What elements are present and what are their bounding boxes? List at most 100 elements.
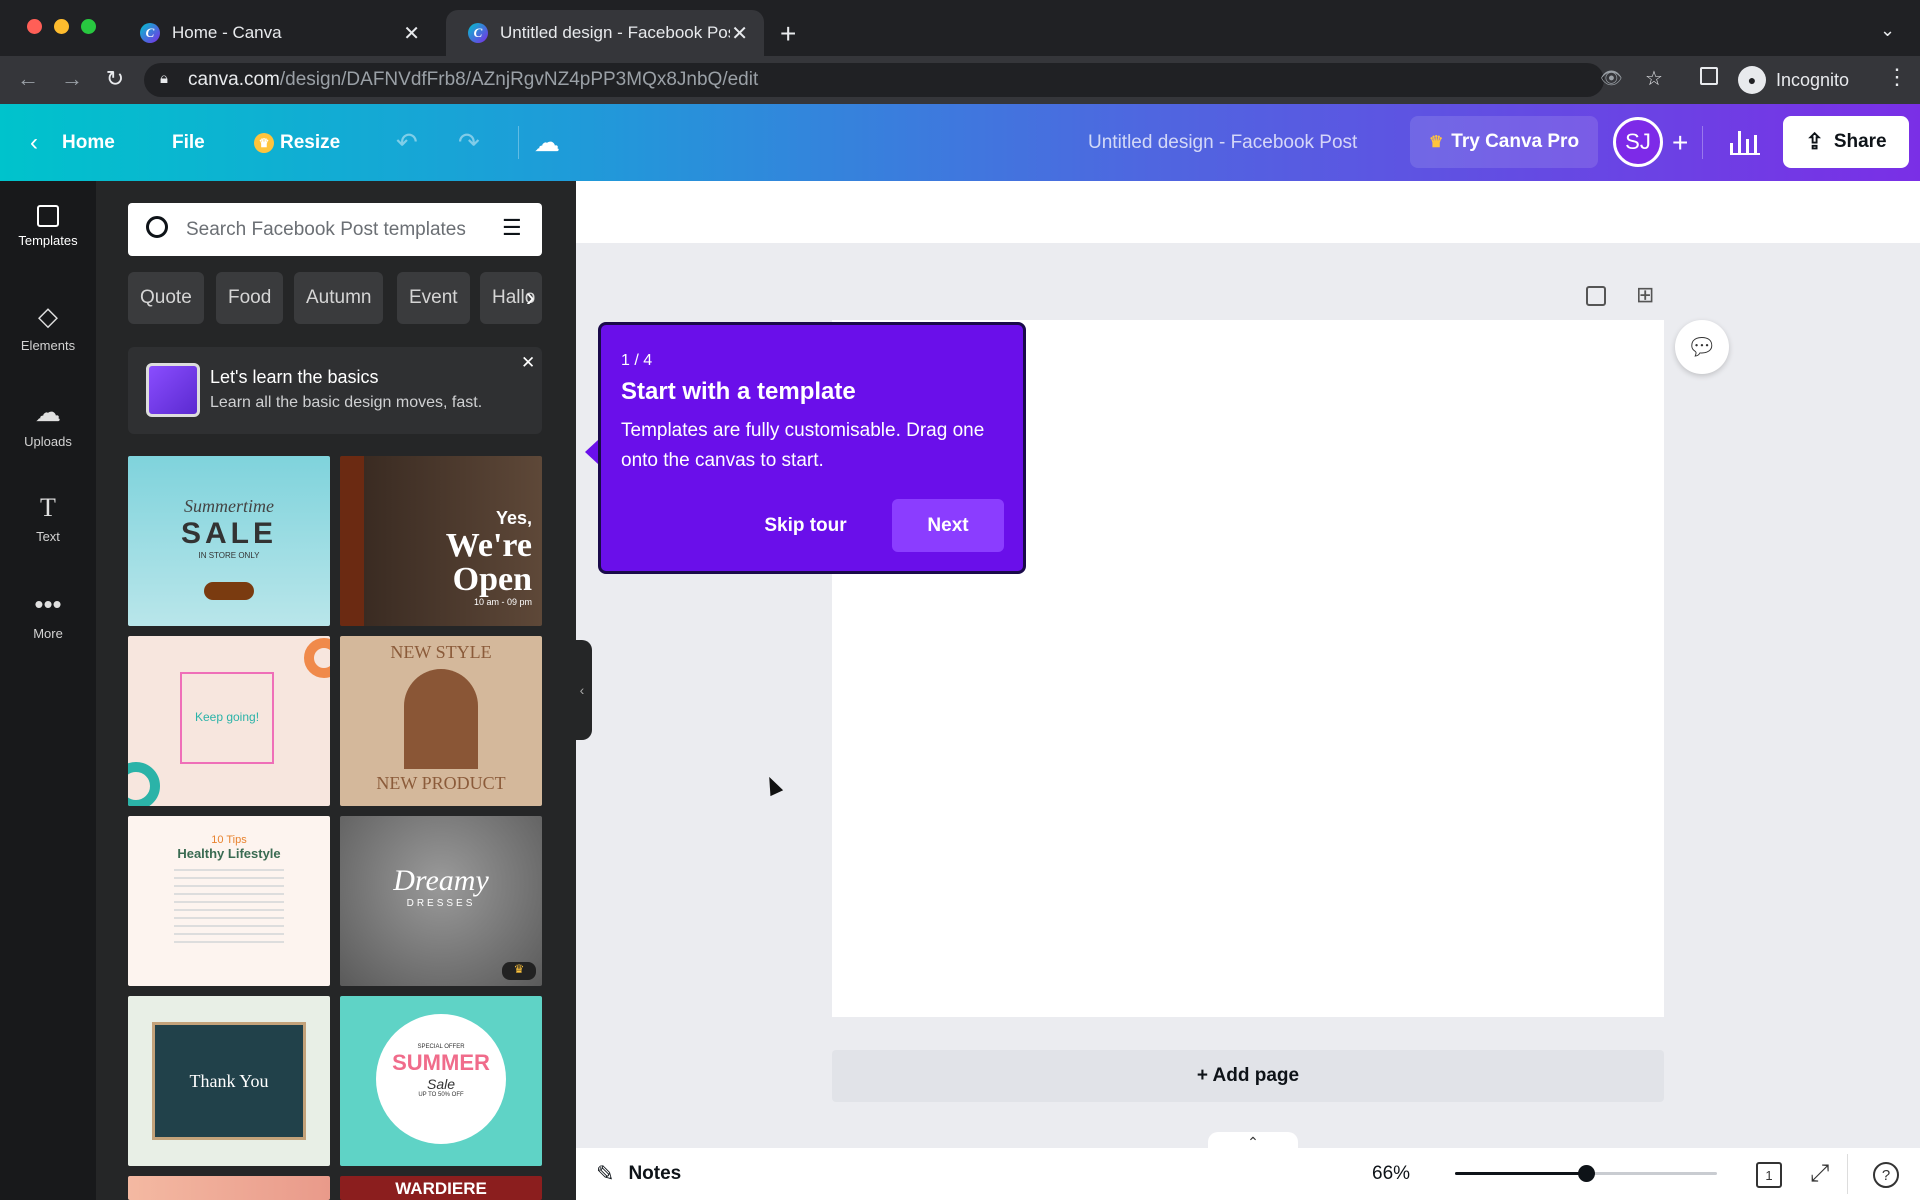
orange-circle-shape — [304, 638, 330, 678]
canva-favicon-icon: C — [140, 23, 160, 43]
learn-basics-card[interactable]: Let's learn the basics Learn all the bas… — [128, 347, 542, 434]
chip-autumn[interactable]: Autumn — [294, 272, 384, 324]
footer-divider — [1847, 1154, 1848, 1194]
chips-next-arrow-icon[interactable]: › — [526, 282, 535, 313]
sidebar-item-more[interactable]: ••• More — [0, 589, 96, 641]
footer-bar — [576, 1148, 1920, 1200]
tour-body: Templates are fully customisable. Drag o… — [621, 420, 985, 471]
undo-icon[interactable]: ↶ — [396, 104, 418, 181]
sidebar-item-templates[interactable]: Templates — [0, 205, 96, 248]
template-we-re-open[interactable]: Yes, We're Open 10 am - 09 pm — [340, 456, 542, 626]
skip-tour-button[interactable]: Skip tour — [748, 499, 863, 552]
tips-list-lines — [174, 869, 284, 949]
templates-icon — [37, 205, 59, 227]
share-button[interactable]: ⇪ Share — [1783, 116, 1909, 168]
minimize-window-button[interactable] — [54, 19, 69, 34]
try-canva-pro-button[interactable]: ♛ Try Canva Pro — [1410, 116, 1598, 168]
browser-tab-design[interactable]: C Untitled design - Facebook Post ✕ — [446, 10, 764, 56]
template-summer-sale[interactable]: SPECIAL OFFER SUMMER Sale UP TO 50% OFF — [340, 996, 542, 1166]
add-comment-icon[interactable]: 💬︎ — [1675, 320, 1729, 374]
upload-share-icon: ⇪ — [1805, 129, 1824, 154]
incognito-indicator[interactable]: ● Incognito — [1738, 63, 1849, 97]
tab-search-chevron-icon[interactable]: ⌄ — [1880, 20, 1895, 41]
more-dots-icon: ••• — [34, 589, 62, 619]
invite-plus-icon[interactable]: + — [1672, 104, 1688, 181]
help-icon[interactable]: ? — [1873, 1162, 1899, 1188]
zoom-slider-knob[interactable] — [1578, 1165, 1595, 1182]
insights-chart-icon[interactable] — [1730, 129, 1760, 155]
avatar[interactable]: SJ — [1613, 117, 1663, 167]
shapes-icon: ◇ — [38, 301, 58, 331]
design-title[interactable]: Untitled design - Facebook Post — [1088, 104, 1357, 181]
side-panel-icon[interactable] — [1700, 67, 1718, 85]
redo-icon[interactable]: ↷ — [458, 104, 480, 181]
next-button[interactable]: Next — [892, 499, 1004, 552]
tooltip-arrow — [585, 440, 598, 464]
template-search-input[interactable]: Search Facebook Post templates ☰ — [128, 203, 542, 256]
lock-icon: 🔒︎ — [160, 70, 168, 87]
back-icon[interactable]: ← — [10, 66, 46, 92]
canva-favicon-icon: C — [468, 23, 488, 43]
cloud-saved-icon[interactable]: ☁︎ — [534, 104, 560, 181]
notes-button[interactable]: ✎ Notes — [596, 1148, 681, 1200]
crown-icon: ♛ — [1428, 134, 1444, 151]
browser-window: C Home - Canva ✕ C Untitled design - Fac… — [0, 0, 1920, 1200]
home-button[interactable]: ‹ Home — [30, 104, 115, 181]
fullscreen-icon[interactable]: ⤢ — [1810, 1160, 1829, 1188]
close-tab-icon[interactable]: ✕ — [403, 21, 420, 46]
chip-food[interactable]: Food — [216, 272, 284, 324]
learn-thumbnail-icon — [146, 363, 200, 417]
notes-icon: ✎ — [596, 1161, 615, 1186]
template-healthy-lifestyle[interactable]: 10 Tips Healthy Lifestyle — [128, 816, 330, 986]
chip-event[interactable]: Event — [397, 272, 470, 324]
collapse-panel-handle[interactable]: ‹ — [572, 640, 592, 740]
url-input[interactable]: 🔒︎ canva.com/design/DAFNVdfFrb8/AZnjRgvN… — [144, 63, 1604, 97]
template-thank-you[interactable]: Thank You — [128, 996, 330, 1166]
browser-tab-home[interactable]: C Home - Canva ✕ — [118, 10, 436, 56]
chevron-left-icon: ‹ — [579, 682, 585, 698]
filter-sliders-icon[interactable]: ☰ — [502, 215, 522, 241]
template-sunset[interactable] — [128, 1176, 330, 1200]
new-tab-icon[interactable]: + — [780, 18, 796, 50]
zoom-slider-fill — [1455, 1172, 1586, 1175]
template-wardiere[interactable]: WARDIERE — [340, 1176, 542, 1200]
show-pages-chevron-icon[interactable]: ⌃ — [1208, 1132, 1298, 1152]
context-toolbar — [576, 181, 1920, 243]
file-menu-button[interactable]: File — [172, 104, 205, 181]
tour-title: Start with a template — [621, 378, 856, 405]
close-tab-icon[interactable]: ✕ — [731, 21, 748, 46]
resize-button[interactable]: ♛ Resize — [254, 104, 340, 181]
add-page-icon[interactable]: ⊞ — [1636, 282, 1654, 308]
template-summertime-sale[interactable]: Summertime SALE IN STORE ONLY — [128, 456, 330, 626]
bookmark-star-icon[interactable]: ☆ — [1645, 66, 1663, 91]
maximize-window-button[interactable] — [81, 19, 96, 34]
forward-icon[interactable]: → — [54, 66, 90, 92]
zoom-slider[interactable] — [1455, 1165, 1717, 1182]
add-page-button[interactable]: + Add page — [832, 1050, 1664, 1102]
browser-menu-icon[interactable]: ⋮ — [1886, 64, 1908, 90]
duplicate-page-icon[interactable] — [1586, 286, 1606, 306]
sidebar-item-elements[interactable]: ◇ Elements — [0, 301, 96, 353]
template-keep-going[interactable]: Keep going! — [128, 636, 330, 806]
search-icon — [146, 216, 168, 238]
tracking-protection-icon[interactable]: 👁︎ — [1600, 68, 1623, 89]
sunglasses-image — [204, 582, 254, 600]
reload-icon[interactable]: ↻ — [97, 66, 133, 92]
template-new-style[interactable]: NEW STYLE NEW PRODUCT — [340, 636, 542, 806]
zoom-level[interactable]: 66% — [1372, 1148, 1410, 1200]
close-card-icon[interactable]: ✕ — [521, 353, 535, 373]
pro-crown-icon: ♛ — [502, 962, 536, 980]
close-window-button[interactable] — [27, 19, 42, 34]
cloud-upload-icon: ☁︎ — [35, 397, 61, 427]
crown-icon: ♛ — [254, 132, 274, 153]
arch-model-image — [404, 669, 478, 769]
chip-quote[interactable]: Quote — [128, 272, 204, 324]
template-dreamy-dresses[interactable]: Dreamy DRESSES ♛ — [340, 816, 542, 986]
incognito-icon: ● — [1738, 66, 1766, 94]
header-divider — [1702, 126, 1703, 159]
text-icon: T — [40, 493, 56, 522]
sidebar-item-uploads[interactable]: ☁︎ Uploads — [0, 397, 96, 449]
page-count-button[interactable]: 1 — [1756, 1162, 1782, 1188]
teal-circle-shape — [128, 762, 160, 806]
sidebar-item-text[interactable]: T Text — [0, 493, 96, 544]
